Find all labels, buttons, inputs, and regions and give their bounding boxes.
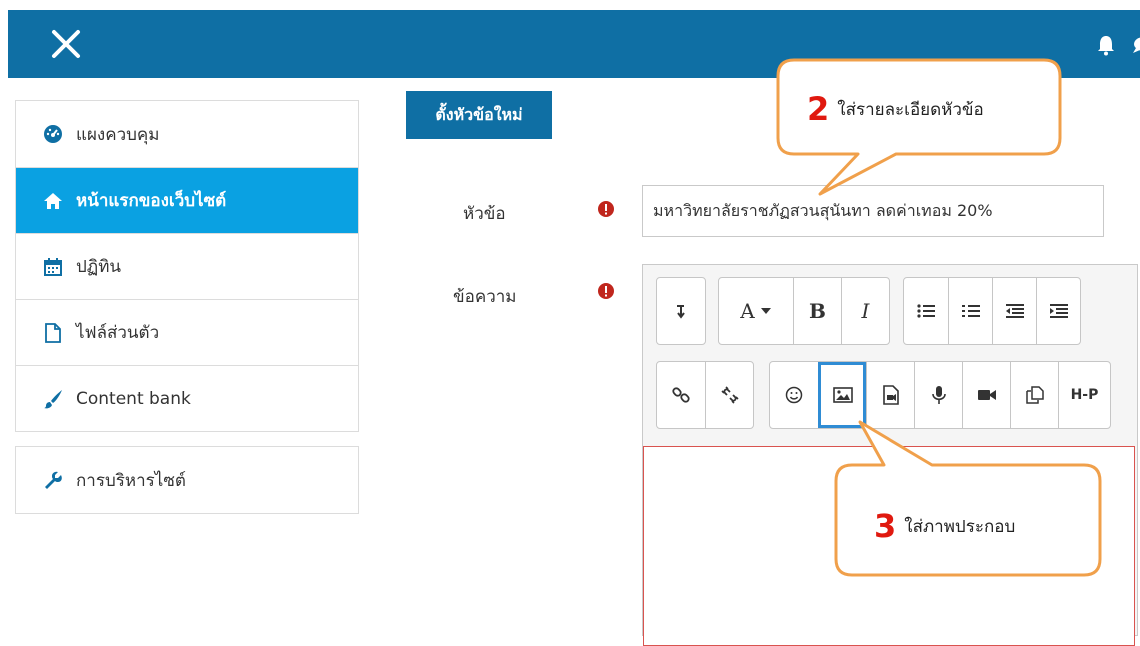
record-video-button[interactable] (962, 362, 1010, 428)
sidebar-item-home[interactable]: หน้าแรกของเว็บไซต์ (16, 167, 358, 233)
bell-icon[interactable] (1096, 34, 1116, 56)
callout-number: 3 (874, 507, 897, 545)
link-button[interactable] (657, 362, 705, 428)
font-color-button[interactable]: A (719, 278, 793, 344)
callout-text: ใส่ภาพประกอบ (904, 516, 1016, 537)
subject-label: หัวข้อ (463, 204, 506, 224)
insert-image-button[interactable] (818, 362, 866, 428)
indent-button[interactable] (1036, 278, 1080, 344)
calendar-icon (42, 256, 64, 278)
emoji-icon (785, 386, 803, 404)
home-icon (42, 190, 64, 212)
callout-number: 2 (807, 90, 830, 128)
toolbar-group-links (656, 361, 754, 429)
media-icon (882, 385, 899, 405)
toolbar-group-insert: H-P (769, 361, 1111, 429)
unlink-icon (720, 386, 739, 404)
chevron-down-icon (760, 308, 771, 314)
sidebar-item-label: ปฏิทิน (76, 257, 122, 277)
italic-button[interactable]: I (841, 278, 889, 344)
sidebar-item-label: หน้าแรกของเว็บไซต์ (76, 191, 227, 211)
dashboard-icon (42, 123, 64, 145)
new-topic-button[interactable]: ตั้งหัวข้อใหม่ (406, 91, 552, 139)
sidebar-item-calendar[interactable]: ปฏิทิน (16, 233, 358, 299)
sidebar-admin: การบริหารไซต์ (15, 446, 359, 514)
required-icon (598, 201, 614, 217)
bold-button[interactable]: B (793, 278, 841, 344)
unordered-list-icon (917, 304, 935, 318)
sidebar-item-label: แผงควบคุม (76, 124, 160, 145)
record-video-icon (977, 390, 996, 400)
expand-toolbar-button[interactable] (657, 278, 705, 344)
callout-text: ใส่รายละเอียดหัวข้อ (837, 99, 984, 120)
paintbrush-icon (42, 388, 64, 410)
emoji-button[interactable] (770, 362, 818, 428)
unlink-button[interactable] (705, 362, 753, 428)
h5p-icon: H-P (1070, 387, 1099, 403)
indent-icon (1049, 304, 1068, 318)
outdent-button[interactable] (992, 278, 1036, 344)
h5p-button[interactable]: H-P (1058, 362, 1110, 428)
sidebar-item-site-admin[interactable]: การบริหารไซต์ (16, 447, 358, 513)
sidebar-item-label: การบริหารไซต์ (76, 470, 186, 491)
sidebar-item-dashboard[interactable]: แผงควบคุม (16, 101, 358, 167)
sidebar-item-private-files[interactable]: ไฟล์ส่วนตัว (16, 299, 358, 365)
sidebar-item-label: ไฟล์ส่วนตัว (76, 323, 160, 343)
message-label: ข้อความ (453, 287, 517, 307)
close-icon[interactable] (46, 24, 86, 64)
sidebar-item-label: Content bank (76, 388, 191, 409)
sidebar-nav: แผงควบคุม หน้าแรกของเว็บไซต์ ปฏิทิน ไฟล์… (15, 100, 359, 432)
ordered-list-icon (961, 305, 980, 317)
font-color-icon: A (740, 299, 755, 323)
manage-files-button[interactable] (1010, 362, 1058, 428)
ordered-list-button[interactable] (948, 278, 992, 344)
chat-icon[interactable] (1132, 36, 1140, 54)
link-icon (672, 387, 690, 403)
toolbar-group-expand (656, 277, 706, 345)
toolbar-group-style: A B I (718, 277, 890, 345)
manage-files-icon (1025, 386, 1044, 404)
bold-icon: B (809, 299, 826, 323)
insert-media-button[interactable] (866, 362, 914, 428)
image-icon (832, 387, 853, 403)
file-icon (42, 322, 64, 344)
expand-icon (677, 305, 685, 319)
callout-2: 2 ใส่รายละเอียดหัวข้อ (807, 84, 984, 134)
required-icon (598, 283, 614, 299)
sidebar-item-content-bank[interactable]: Content bank (16, 365, 358, 431)
callout-3-bubble (834, 420, 1102, 577)
record-audio-button[interactable] (914, 362, 962, 428)
toolbar-group-lists (903, 277, 1081, 345)
italic-icon: I (861, 299, 870, 323)
record-audio-icon (931, 386, 946, 404)
unordered-list-button[interactable] (904, 278, 948, 344)
callout-3: 3 ใส่ภาพประกอบ (874, 501, 1015, 551)
outdent-icon (1005, 304, 1024, 318)
wrench-icon (42, 469, 64, 491)
